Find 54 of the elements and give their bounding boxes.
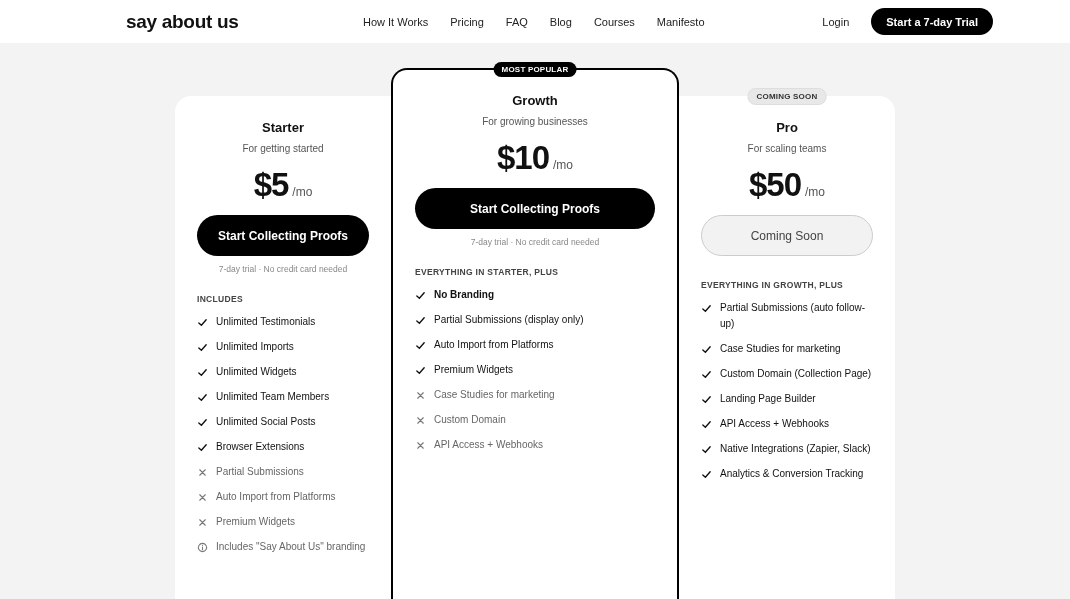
plan-subtitle: For scaling teams xyxy=(747,143,827,154)
section-heading: EVERYTHING IN STARTER, PLUS xyxy=(415,267,559,277)
plan-name: Pro xyxy=(776,120,798,135)
price-amount: $50 xyxy=(748,166,801,204)
feature-text: Partial Submissions (display only) xyxy=(434,313,584,327)
feature-text: Unlimited Social Posts xyxy=(216,415,316,429)
section-heading: EVERYTHING IN GROWTH, PLUS xyxy=(701,280,844,290)
feature-text: Unlimited Imports xyxy=(216,340,294,354)
feature-text: Partial Submissions (auto follow-up) xyxy=(720,301,867,331)
nav-link[interactable]: Courses xyxy=(593,15,635,28)
feature-text: Native Integrations (Zapier, Slack) xyxy=(720,442,871,456)
feature-text: Landing Page Builder xyxy=(720,392,816,406)
plan-subtitle: For growing businesses xyxy=(482,116,588,127)
plan-name: Growth xyxy=(512,93,558,108)
feature-text: API Access + Webhooks xyxy=(434,438,544,452)
feature-text: Analytics & Conversion Tracking xyxy=(720,467,864,481)
trial-note: 7-day trial · No credit card needed xyxy=(470,237,600,247)
feature-text: Auto Import from Platforms xyxy=(434,338,554,352)
logo[interactable]: say about us xyxy=(126,10,363,33)
start-button[interactable]: Start Collecting Proofs xyxy=(197,215,369,256)
start-button[interactable]: Start Collecting Proofs xyxy=(415,188,655,229)
plan-badge: COMING SOON xyxy=(747,88,827,105)
plan-badge: MOST POPULAR xyxy=(493,62,577,77)
feature-text: Includes "Say About Us" branding xyxy=(216,540,366,554)
nav-link[interactable]: Pricing xyxy=(450,15,484,28)
feature-text: Premium Widgets xyxy=(216,515,295,529)
trial-note: 7-day trial · No credit card needed xyxy=(218,264,348,274)
price-period: /mo xyxy=(805,185,826,199)
price-period: /mo xyxy=(553,158,574,172)
feature-text: API Access + Webhooks xyxy=(720,417,830,431)
feature-text: Auto Import from Platforms xyxy=(216,490,336,504)
feature-text: Custom Domain (Collection Page) xyxy=(720,367,872,381)
feature-text: Unlimited Team Members xyxy=(216,390,330,404)
nav-link[interactable]: Blog xyxy=(549,15,572,28)
feature-text: Browser Extensions xyxy=(216,440,305,454)
feature-text: Custom Domain xyxy=(434,413,506,427)
login-link[interactable]: Login xyxy=(822,15,850,28)
price-amount: $10 xyxy=(496,139,549,177)
price-period: /mo xyxy=(292,185,313,199)
feature-text: Partial Submissions xyxy=(216,465,304,479)
plan-name: Starter xyxy=(262,120,304,135)
trial-button[interactable]: Start a 7-day Trial xyxy=(871,8,993,35)
feature-text: Unlimited Widgets xyxy=(216,365,297,379)
feature-text: Case Studies for marketing xyxy=(720,342,841,356)
nav-link[interactable]: Manifesto xyxy=(656,15,705,28)
section-heading: INCLUDES xyxy=(197,294,243,304)
feature-text: No Branding xyxy=(434,288,494,302)
plan-subtitle: For getting started xyxy=(242,143,324,154)
nav-link[interactable]: FAQ xyxy=(505,15,528,28)
price-amount: $5 xyxy=(253,166,289,204)
nav-link[interactable]: How It Works xyxy=(363,15,429,28)
feature-text: Case Studies for marketing xyxy=(434,388,555,402)
feature-text: Unlimited Testimonials xyxy=(216,315,316,329)
feature-text: Premium Widgets xyxy=(434,363,513,377)
